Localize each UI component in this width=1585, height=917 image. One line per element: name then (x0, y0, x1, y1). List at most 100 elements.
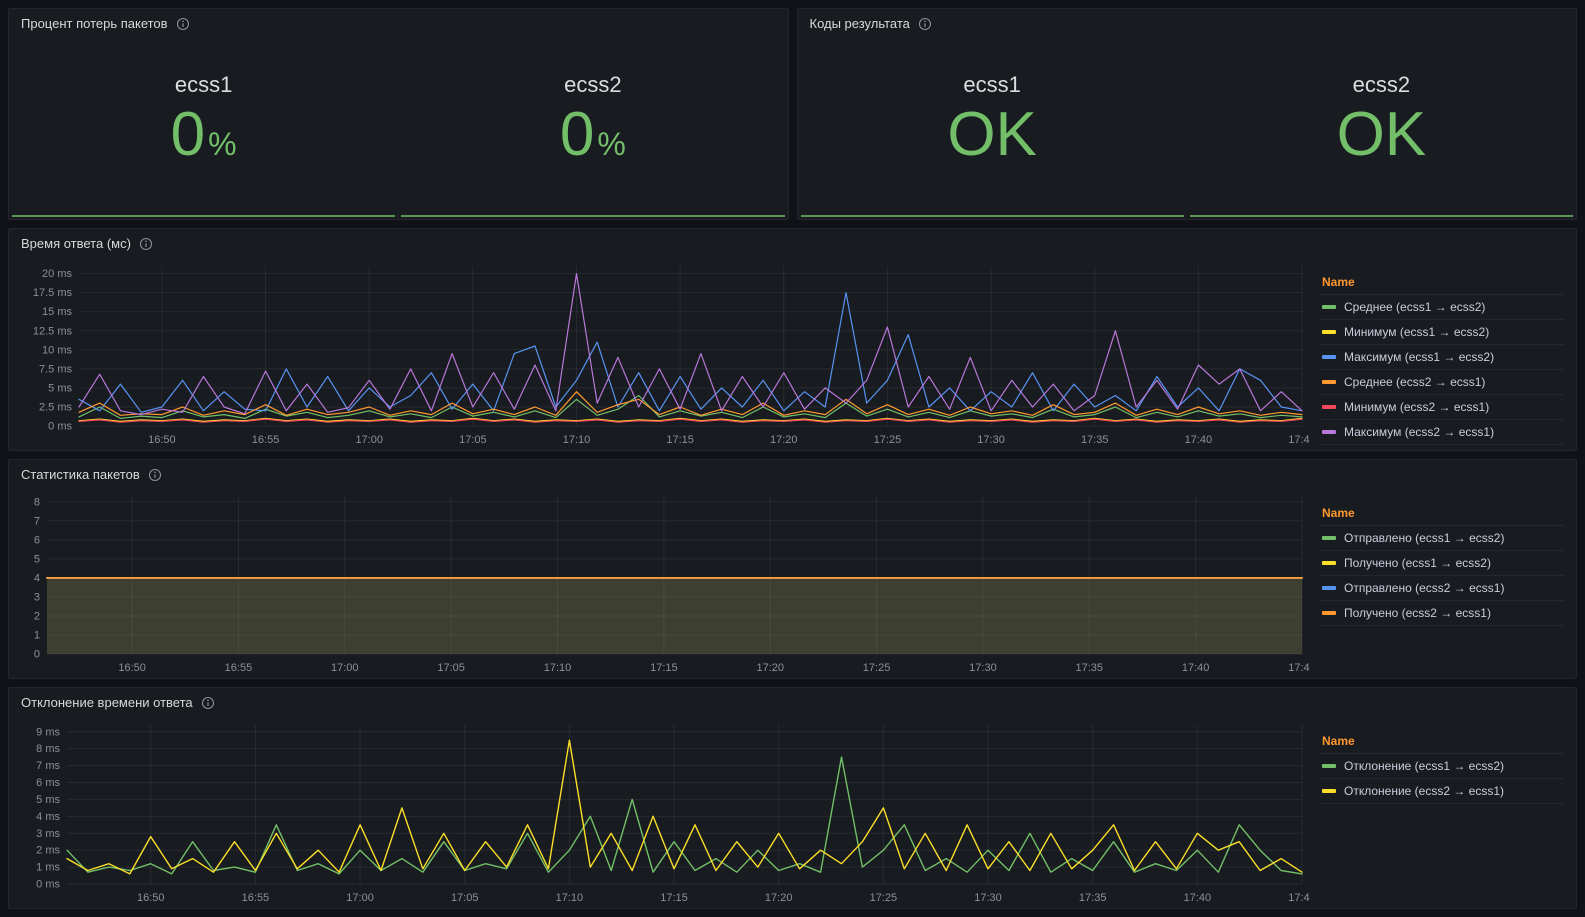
panel-response-time: Время ответа (мс) 16:5016:5517:0017:0517… (8, 228, 1577, 451)
legend-header[interactable]: Name (1320, 731, 1564, 754)
panel-header: Статистика пакетов (9, 460, 1576, 485)
info-icon[interactable] (139, 237, 153, 251)
y-tick-label: 4 ms (36, 811, 60, 823)
y-tick-label: 0 ms (48, 421, 72, 433)
x-tick-label: 17:10 (544, 662, 572, 674)
x-tick-label: 17:05 (451, 892, 479, 904)
chart-deviation[interactable]: 16:5016:5517:0017:0517:1017:1517:2017:25… (17, 715, 1310, 906)
series-line-3 (79, 392, 1302, 416)
stat-ecss2-code: ecss2 OK (1187, 34, 1576, 219)
x-tick-label: 17:25 (874, 434, 902, 446)
legend-packet-stats: Name Отправлено (ecss1 → ecss2) Получено (… (1310, 487, 1570, 676)
series-line-1 (67, 740, 1302, 874)
x-tick-label: 17:05 (459, 434, 487, 446)
panel-header: Время ответа (мс) (9, 229, 1576, 254)
chart-body: 16:5016:5517:0017:0517:1017:1517:2017:25… (9, 713, 1576, 908)
y-tick-label: 10 ms (42, 344, 72, 356)
top-row: Процент потерь пакетов ecss1 0% ecss2 0% (8, 8, 1577, 220)
legend-series-swatch (1322, 561, 1336, 565)
x-tick-label: 17:40 (1182, 662, 1210, 674)
y-tick-label: 12.5 ms (33, 325, 73, 337)
x-tick-label: 17:10 (556, 892, 584, 904)
legend-series-swatch (1322, 430, 1336, 434)
legend-item[interactable]: Отклонение (ecss2 → ecss1) (1320, 779, 1564, 804)
legend-header[interactable]: Name (1320, 503, 1564, 526)
legend-item[interactable]: Отклонение (ecss1 → ecss2) (1320, 754, 1564, 779)
y-tick-label: 0 ms (36, 879, 60, 891)
panel-deviation: Отклонение времени ответа 16:5016:5517:0… (8, 687, 1577, 909)
stat-value: 0% (560, 104, 626, 166)
x-tick-label: 17:25 (870, 892, 898, 904)
legend-item[interactable]: Минимум (ecss2 → ecss1) (1320, 395, 1564, 420)
series-line-2 (79, 293, 1302, 413)
legend-series-swatch (1322, 405, 1336, 409)
y-tick-label: 8 ms (36, 743, 60, 755)
legend-series-label: Отправлено (ecss2 → ecss1) (1344, 581, 1504, 595)
legend-series-swatch (1322, 536, 1336, 540)
y-tick-label: 17.5 ms (33, 287, 73, 299)
y-tick-label: 4 (34, 572, 40, 584)
x-tick-label: 17:30 (974, 892, 1002, 904)
info-icon[interactable] (176, 17, 190, 31)
y-tick-label: 8 (34, 496, 40, 508)
stat-value: OK (1337, 104, 1427, 166)
stat-sparkline (401, 215, 784, 217)
chart-packet-stats[interactable]: 16:5016:5517:0017:0517:1017:1517:2017:25… (17, 487, 1310, 676)
series-area-3 (47, 578, 1302, 654)
x-tick-label: 16:50 (137, 892, 165, 904)
legend-series-swatch (1322, 305, 1336, 309)
panel-title[interactable]: Коды результата (810, 16, 910, 31)
panel-result-codes: Коды результата ecss1 OK ecss2 OK (797, 8, 1578, 220)
legend-item[interactable]: Максимум (ecss1 → ecss2) (1320, 345, 1564, 370)
y-tick-label: 7.5 ms (39, 363, 73, 375)
info-icon[interactable] (918, 17, 932, 31)
info-icon[interactable] (201, 696, 215, 710)
stat-number: OK (947, 104, 1037, 166)
y-tick-label: 9 ms (36, 726, 60, 738)
legend-item[interactable]: Среднее (ecss1 → ecss2) (1320, 295, 1564, 320)
panel-title[interactable]: Статистика пакетов (21, 467, 140, 482)
legend-header[interactable]: Name (1320, 272, 1564, 295)
x-tick-label: 17:00 (346, 892, 374, 904)
stat-value: OK (947, 104, 1037, 166)
y-tick-label: 6 (34, 534, 40, 546)
series-line-0 (67, 757, 1302, 874)
legend-series-label: Отправлено (ecss1 → ecss2) (1344, 531, 1504, 545)
x-tick-label: 17:20 (770, 434, 798, 446)
chart-svg[interactable]: 16:5016:5517:0017:0517:1017:1517:2017:25… (17, 256, 1310, 448)
panel-title[interactable]: Процент потерь пакетов (21, 16, 168, 31)
stat-unit: % (208, 128, 236, 160)
stat-number: 0 (171, 104, 205, 166)
legend-item[interactable]: Отправлено (ecss2 → ecss1) (1320, 576, 1564, 601)
y-tick-label: 2 (34, 610, 40, 622)
chart-svg[interactable]: 16:5016:5517:0017:0517:1017:1517:2017:25… (17, 715, 1310, 906)
legend-series-label: Получено (ecss1 → ecss2) (1344, 556, 1491, 570)
legend-series-swatch (1322, 789, 1336, 793)
legend-item[interactable]: Минимум (ecss1 → ecss2) (1320, 320, 1564, 345)
stat-number: OK (1337, 104, 1427, 166)
legend-item[interactable]: Максимум (ecss2 → ecss1) (1320, 420, 1564, 445)
x-tick-label: 17:30 (969, 662, 997, 674)
y-tick-label: 5 ms (36, 794, 60, 806)
x-tick-label: 17:30 (977, 434, 1005, 446)
panel-header: Отклонение времени ответа (9, 688, 1576, 713)
legend-item[interactable]: Получено (ecss1 → ecss2) (1320, 551, 1564, 576)
chart-response-time[interactable]: 16:5016:5517:0017:0517:1017:1517:2017:25… (17, 256, 1310, 448)
info-icon[interactable] (148, 468, 162, 482)
legend-item[interactable]: Отправлено (ecss1 → ecss2) (1320, 526, 1564, 551)
legend-item[interactable]: Среднее (ecss2 → ecss1) (1320, 370, 1564, 395)
x-tick-label: 17:15 (666, 434, 694, 446)
legend-series-label: Отклонение (ecss2 → ecss1) (1344, 784, 1504, 798)
stat-label: ecss1 (963, 72, 1020, 98)
panel-title[interactable]: Отклонение времени ответа (21, 695, 193, 710)
x-tick-label: 17:40 (1184, 892, 1212, 904)
legend-item[interactable]: Получено (ecss2 → ecss1) (1320, 601, 1564, 626)
chart-svg[interactable]: 16:5016:5517:0017:0517:1017:1517:2017:25… (17, 487, 1310, 676)
panel-packet-loss: Процент потерь пакетов ecss1 0% ecss2 0% (8, 8, 789, 220)
stat-label: ecss1 (175, 72, 232, 98)
panel-title[interactable]: Время ответа (мс) (21, 236, 131, 251)
legend-series-label: Получено (ecss2 → ecss1) (1344, 606, 1491, 620)
panel-header: Коды результата (798, 9, 1577, 34)
y-tick-label: 5 (34, 553, 40, 565)
legend-series-swatch (1322, 611, 1336, 615)
